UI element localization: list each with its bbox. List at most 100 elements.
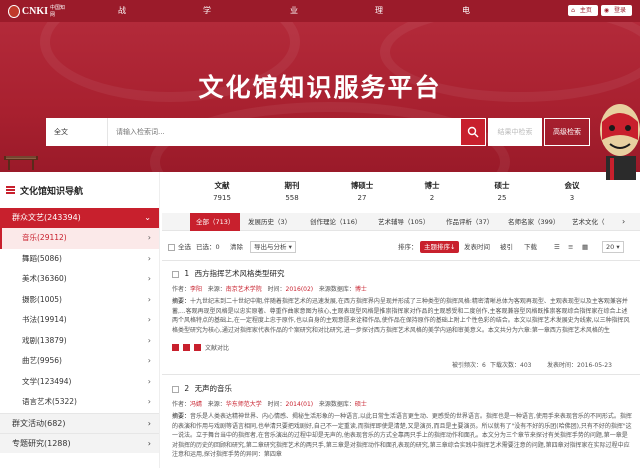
list-view-icon[interactable]: ☰ — [554, 237, 560, 257]
login-label: 登录 — [610, 6, 629, 15]
sidebar: 文化馆知识导航 群众文艺(243394) ⌄ 音乐(29112) › 舞蹈(508… — [0, 172, 160, 468]
sidebar-item-label: 音乐(29112) — [22, 233, 67, 242]
cnki-logo[interactable]: CNKI 中国知网 — [8, 4, 68, 18]
tabs-scroll-right-icon[interactable]: › — [622, 213, 625, 231]
tab-masters[interactable]: 名师名家（399） — [508, 213, 559, 231]
sidebar-item-quyi[interactable]: 曲艺(9956) › — [0, 351, 159, 372]
stat-count: 27 — [357, 194, 367, 202]
sort-by-topic[interactable]: 主题排序↓ — [420, 237, 460, 257]
advanced-search-button[interactable]: 高级检索 — [544, 118, 590, 146]
sidebar-category-mass-art[interactable]: 群众文艺(243394) ⌄ — [0, 208, 159, 228]
meta-label: 来源： — [207, 401, 226, 408]
source-link[interactable]: 南京艺术学院 — [226, 286, 262, 293]
cited-value: 6 — [482, 362, 486, 369]
source-link[interactable]: 华东师范大学 — [226, 401, 262, 408]
result-index: 1 — [184, 269, 190, 278]
stat-label: 硕士 — [494, 181, 510, 190]
tab-all[interactable]: 全部（713） — [190, 213, 241, 231]
home-button[interactable]: ⌂ 主页 — [568, 5, 598, 16]
date-value: 2016-05-23 — [577, 362, 612, 369]
sidebar-category-label: 群文活动(682) — [12, 418, 66, 428]
menu-icon — [6, 185, 15, 195]
page-size-select[interactable]: 20 ▾ — [602, 237, 624, 257]
stat-masters[interactable]: 硕士 25 — [472, 180, 532, 202]
sidebar-item-calligraphy[interactable]: 书法(19914) › — [0, 310, 159, 331]
sidebar-item-label: 书法(19914) — [22, 315, 67, 324]
sidebar-item-fine-art[interactable]: 美术(36360) › — [0, 269, 159, 290]
sidebar-category-activities[interactable]: 群文活动(682) › — [0, 412, 159, 433]
stat-theses[interactable]: 博硕士 27 — [332, 180, 392, 202]
sidebar-item-label: 摄影(1005) — [22, 294, 62, 304]
search-type-select[interactable]: 全文 — [46, 118, 108, 146]
result-checkbox[interactable] — [172, 385, 179, 393]
opera-mask-illustration — [600, 104, 640, 180]
search-input[interactable] — [108, 118, 460, 146]
clear-button[interactable]: 清除 — [230, 237, 243, 257]
meta-label: 来源： — [207, 286, 226, 293]
cnki-logo-mark — [8, 4, 20, 18]
stat-count: 3 — [569, 194, 575, 202]
chevron-down-icon: ⌄ — [144, 213, 151, 222]
banner: 文化馆知识服务平台 — [0, 22, 640, 172]
sort-by-downloads[interactable]: 下载 — [524, 237, 537, 257]
read-icon[interactable] — [183, 344, 190, 351]
chevron-right-icon: › — [147, 397, 151, 406]
tab-art-culture[interactable]: 艺术文化（ — [572, 213, 605, 231]
stat-doctoral[interactable]: 博士 2 — [402, 180, 462, 202]
sort-by-cited[interactable]: 被引 — [500, 237, 513, 257]
sidebar-item-dance[interactable]: 舞蹈(5086) › — [0, 249, 159, 270]
home-label: 主页 — [576, 6, 595, 15]
abstract-text: 十九世纪末到二十世纪中期,伴随着指挥艺术的迅速发展,在西方指挥界内呈现并形成了三… — [172, 298, 630, 334]
tab-history[interactable]: 发展历史（3） — [248, 213, 291, 231]
result-title-link[interactable]: 无声的音乐 — [195, 384, 233, 393]
sidebar-item-literature[interactable]: 文学(123494) › — [0, 372, 159, 393]
select-all-checkbox[interactable]: 全选 — [168, 237, 191, 257]
login-button[interactable]: ◉ 登录 — [600, 5, 632, 16]
result-meta: 作者：李阳 来源：南京艺术学院 时间：2016(02) 来源数据库：博士 — [172, 284, 367, 293]
stat-journals[interactable]: 期刊 558 — [262, 180, 322, 202]
selected-count: 已选：0 — [196, 237, 220, 257]
sidebar-item-language-art[interactable]: 语言艺术(5322) › — [0, 392, 159, 413]
sidebar-category-research[interactable]: 专题研究(1288) › — [0, 432, 159, 453]
stat-count: 2 — [429, 194, 435, 202]
detail-view-icon[interactable]: ≡ — [568, 237, 573, 257]
stat-conferences[interactable]: 会议 3 — [542, 180, 602, 202]
tab-work-review[interactable]: 作品评析（37） — [446, 213, 493, 231]
stat-label: 期刊 — [284, 181, 300, 190]
date-label: 发表时间： — [547, 362, 578, 369]
result-title-row: 2 无声的音乐 — [172, 383, 232, 394]
sidebar-item-music[interactable]: 音乐(29112) › — [0, 228, 159, 249]
top-right-links: ⌂ 主页 ◉ 登录 — [568, 5, 632, 16]
sidebar-title: 文化馆知识导航 — [20, 186, 84, 197]
chevron-right-icon: › — [147, 376, 151, 386]
chevron-right-icon: › — [147, 438, 151, 448]
stat-documents[interactable]: 文献 7915 — [192, 180, 252, 202]
grid-view-icon[interactable]: ▦ — [582, 237, 588, 257]
compare-icon — [194, 344, 201, 351]
tab-creation-theory[interactable]: 创作理论（116） — [310, 213, 361, 231]
category-tabs: 全部（713） 发展历史（3） 创作理论（116） 艺术辅导（105） 作品评析… — [162, 213, 640, 231]
compare-link[interactable]: 文献对比 — [205, 343, 229, 352]
download-icon[interactable] — [172, 344, 179, 351]
sidebar-category-label: 群众文艺(243394) — [12, 213, 81, 222]
result-title-link[interactable]: 西方指挥艺术风格类型研究 — [195, 269, 285, 278]
author-link[interactable]: 冯婧 — [190, 401, 202, 408]
chevron-right-icon: › — [147, 274, 151, 283]
export-dropdown[interactable]: 导出与分析 ▾ — [250, 237, 296, 257]
stats-bar: 文献 7915 期刊 558 博硕士 27 博士 2 硕士 25 会议 3 — [162, 180, 640, 210]
sort-label: 排序： — [398, 243, 418, 251]
sort-by-date[interactable]: 发表时间 — [464, 237, 490, 257]
sidebar-item-label: 美术(36360) — [22, 274, 67, 283]
meta-label: 来源数据库： — [318, 401, 355, 408]
time-value: 2016(02) — [285, 286, 314, 293]
sidebar-item-photography[interactable]: 摄影(1005) › — [0, 290, 159, 311]
tab-art-coaching[interactable]: 艺术辅导（105） — [378, 213, 429, 231]
author-link[interactable]: 李阳 — [190, 286, 202, 293]
result-separator — [162, 374, 640, 375]
search-in-results[interactable]: 结果中检索 — [488, 118, 542, 146]
stat-count: 7915 — [213, 194, 231, 202]
search-button[interactable] — [460, 118, 486, 146]
result-checkbox[interactable] — [172, 270, 179, 278]
abstract-label: 摘要： — [172, 298, 191, 305]
sidebar-item-drama[interactable]: 戏剧(13879) › — [0, 331, 159, 352]
